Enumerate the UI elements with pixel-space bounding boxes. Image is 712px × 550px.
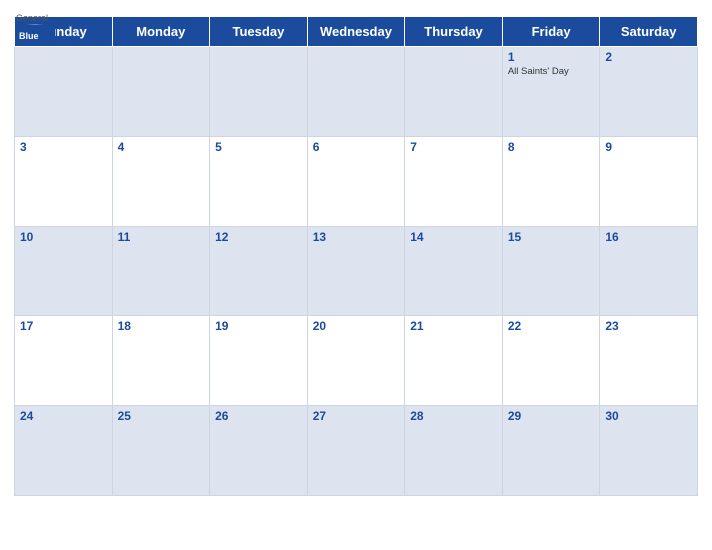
day-number: 15 <box>508 230 595 244</box>
weekday-header-friday: Friday <box>502 17 600 47</box>
calendar-cell: 24 <box>15 406 113 496</box>
calendar-container: General Blue SundayMondayTuesdayWednesda… <box>0 0 712 550</box>
calendar-cell: 19 <box>210 316 308 406</box>
calendar-week-row: 1 All Saints' Day 2 <box>15 47 698 137</box>
day-number: 26 <box>215 409 302 423</box>
calendar-week-row: 10 11 12 13 14 15 16 <box>15 226 698 316</box>
calendar-cell: 4 <box>112 136 210 226</box>
calendar-cell: 21 <box>405 316 503 406</box>
day-number: 17 <box>20 319 107 333</box>
calendar-cell <box>405 47 503 137</box>
weekday-header-tuesday: Tuesday <box>210 17 308 47</box>
calendar-cell: 18 <box>112 316 210 406</box>
day-number: 25 <box>118 409 205 423</box>
calendar-cell: 17 <box>15 316 113 406</box>
calendar-week-row: 3456789 <box>15 136 698 226</box>
calendar-cell: 9 <box>600 136 698 226</box>
day-number: 28 <box>410 409 497 423</box>
day-number: 12 <box>215 230 302 244</box>
day-number: 14 <box>410 230 497 244</box>
calendar-cell: 28 <box>405 406 503 496</box>
calendar-cell: 6 <box>307 136 405 226</box>
calendar-cell: 3 <box>15 136 113 226</box>
logo: General Blue <box>14 10 56 46</box>
calendar-cell: 10 <box>15 226 113 316</box>
weekday-header-row: SundayMondayTuesdayWednesdayThursdayFrid… <box>15 17 698 47</box>
calendar-cell: 20 <box>307 316 405 406</box>
weekday-header-wednesday: Wednesday <box>307 17 405 47</box>
day-number: 16 <box>605 230 692 244</box>
calendar-cell: 22 <box>502 316 600 406</box>
calendar-cell <box>307 47 405 137</box>
weekday-header-saturday: Saturday <box>600 17 698 47</box>
calendar-cell: 7 <box>405 136 503 226</box>
day-number: 24 <box>20 409 107 423</box>
calendar-cell: 29 <box>502 406 600 496</box>
day-number: 7 <box>410 140 497 154</box>
calendar-cell: 14 <box>405 226 503 316</box>
holiday-name: All Saints' Day <box>508 66 595 77</box>
day-number: 13 <box>313 230 400 244</box>
weekday-header-thursday: Thursday <box>405 17 503 47</box>
calendar-cell: 15 <box>502 226 600 316</box>
calendar-cell: 26 <box>210 406 308 496</box>
day-number: 6 <box>313 140 400 154</box>
day-number: 4 <box>118 140 205 154</box>
day-number: 9 <box>605 140 692 154</box>
day-number: 10 <box>20 230 107 244</box>
day-number: 29 <box>508 409 595 423</box>
calendar-cell: 11 <box>112 226 210 316</box>
day-number: 8 <box>508 140 595 154</box>
calendar-week-row: 24 25 26 27 28 29 30 <box>15 406 698 496</box>
calendar-cell <box>15 47 113 137</box>
svg-text:Blue: Blue <box>19 31 39 41</box>
day-number: 5 <box>215 140 302 154</box>
calendar-cell <box>112 47 210 137</box>
calendar-cell <box>210 47 308 137</box>
day-number: 2 <box>605 50 692 64</box>
day-number: 21 <box>410 319 497 333</box>
calendar-cell: 23 <box>600 316 698 406</box>
day-number: 19 <box>215 319 302 333</box>
day-number: 27 <box>313 409 400 423</box>
calendar-cell: 5 <box>210 136 308 226</box>
logo-svg: General Blue <box>14 10 56 46</box>
svg-text:General: General <box>16 13 48 23</box>
calendar-cell: 12 <box>210 226 308 316</box>
calendar-cell: 13 <box>307 226 405 316</box>
weekday-header-monday: Monday <box>112 17 210 47</box>
calendar-week-row: 17 18 19 20 21 22 23 <box>15 316 698 406</box>
day-number: 1 <box>508 50 595 64</box>
calendar-cell: 16 <box>600 226 698 316</box>
calendar-cell: 30 <box>600 406 698 496</box>
calendar-cell: 1 All Saints' Day <box>502 47 600 137</box>
day-number: 30 <box>605 409 692 423</box>
day-number: 22 <box>508 319 595 333</box>
day-number: 18 <box>118 319 205 333</box>
day-number: 20 <box>313 319 400 333</box>
day-number: 3 <box>20 140 107 154</box>
calendar-table: SundayMondayTuesdayWednesdayThursdayFrid… <box>14 16 698 496</box>
calendar-cell: 25 <box>112 406 210 496</box>
day-number: 23 <box>605 319 692 333</box>
calendar-cell: 27 <box>307 406 405 496</box>
calendar-cell: 2 <box>600 47 698 137</box>
calendar-cell: 8 <box>502 136 600 226</box>
day-number: 11 <box>118 230 205 244</box>
